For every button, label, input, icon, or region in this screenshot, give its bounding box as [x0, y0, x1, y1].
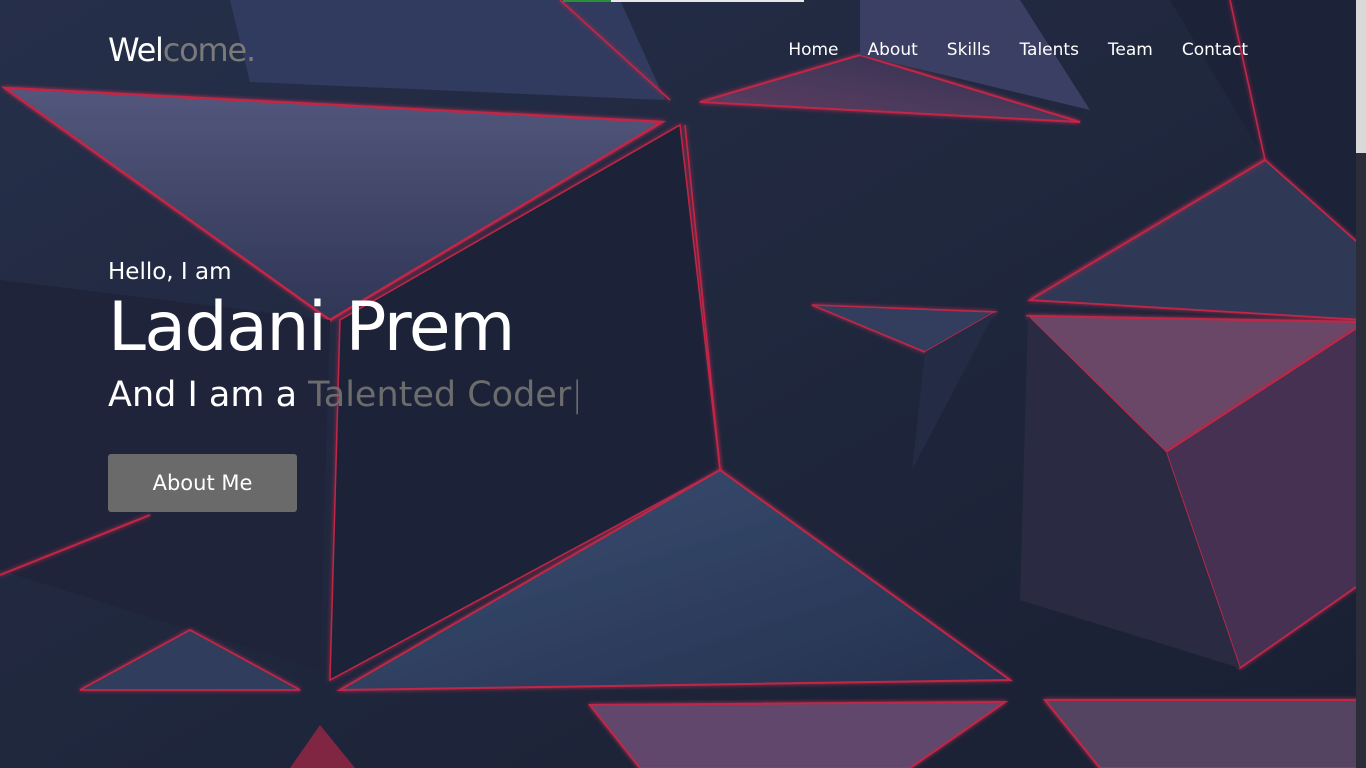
nav-link-about[interactable]: About: [868, 38, 918, 62]
nav-link-talents[interactable]: Talents: [1019, 38, 1078, 62]
hero-section: Hello, I am Ladani Prem And I am a Talen…: [108, 256, 583, 418]
typing-cursor: |: [571, 375, 584, 415]
logo-accent-text: come.: [162, 31, 256, 69]
top-progress-strip-accent: [563, 0, 611, 2]
nav-link-skills[interactable]: Skills: [947, 38, 991, 62]
tagline-prefix: And I am a: [108, 375, 309, 415]
site-logo[interactable]: Welcome.: [108, 28, 256, 72]
about-me-button[interactable]: About Me: [108, 454, 297, 512]
main-navigation: Home About Skills Talents Team Contact: [788, 38, 1248, 62]
logo-main-text: Wel: [108, 31, 164, 69]
nav-link-home[interactable]: Home: [788, 38, 838, 62]
hero-name: Ladani Prem: [108, 288, 515, 367]
nav-link-contact[interactable]: Contact: [1182, 38, 1248, 62]
hero-tagline: And I am a Talented Coder|: [108, 372, 583, 418]
nav-link-team[interactable]: Team: [1108, 38, 1153, 62]
page-scrollbar-thumb[interactable]: [1356, 0, 1366, 153]
page: Welcome. Home About Skills Talents Team …: [0, 0, 1366, 768]
tagline-typed-text: Talented Coder: [308, 375, 572, 415]
hero-greeting: Hello, I am: [108, 259, 232, 285]
